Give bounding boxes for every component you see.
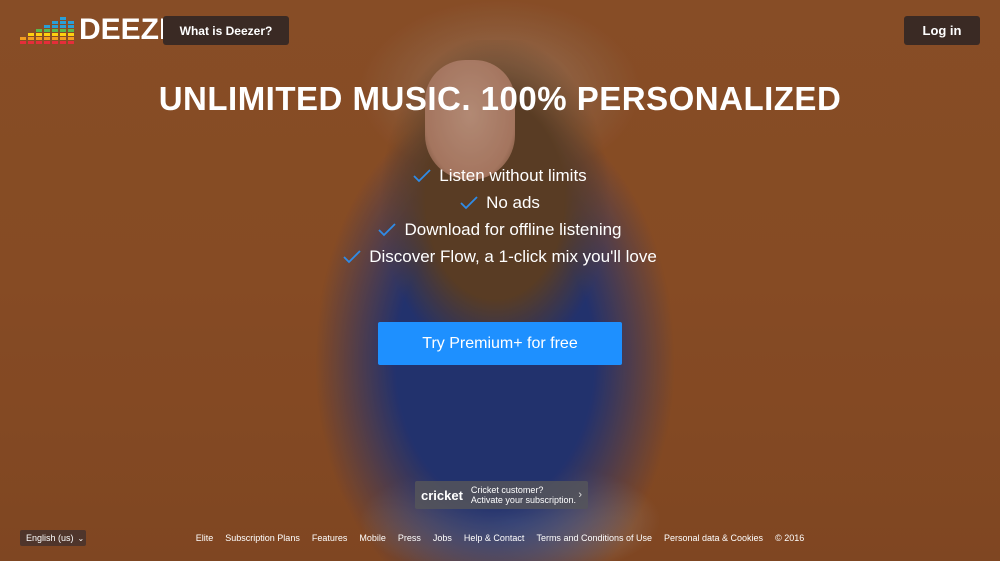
logo-bar-segment [36, 33, 42, 36]
logo-bar-segment [68, 41, 74, 44]
what-is-deezer-button[interactable]: What is Deezer? [163, 16, 289, 45]
chevron-right-icon: › [578, 489, 582, 501]
logo-bar-segment [28, 41, 34, 44]
checkmark-icon [460, 195, 478, 209]
footer-link-elite[interactable]: Elite [196, 533, 214, 543]
footer-link-help-contact[interactable]: Help & Contact [464, 533, 525, 543]
logo-bar [28, 33, 34, 44]
logo-bar-segment [20, 37, 26, 40]
logo-bar [20, 37, 26, 44]
checkmark-icon [343, 249, 361, 263]
logo-bar [44, 25, 50, 44]
cricket-text: Cricket customer? Activate your subscrip… [471, 485, 576, 505]
logo-bar-segment [52, 33, 58, 36]
page-headline: UNLIMITED MUSIC. 100% PERSONALIZED [158, 80, 842, 117]
logo-bar-segment [52, 37, 58, 40]
logo-bar-segment [68, 37, 74, 40]
footer-link-personal-data[interactable]: Personal data & Cookies [664, 533, 763, 543]
logo-bar [68, 21, 74, 44]
logo-bar-segment [60, 25, 66, 28]
logo-bar-segment [60, 33, 66, 36]
logo-bar [36, 29, 42, 44]
logo-bar [52, 21, 58, 44]
logo-bar-segment [20, 41, 26, 44]
feature-text: Listen without limits [439, 165, 587, 185]
logo-bar-segment [52, 41, 58, 44]
logo-bar-segment [60, 41, 66, 44]
cricket-line1: Cricket customer? [470, 485, 544, 495]
checkmark-icon [378, 222, 397, 236]
footer-copyright: © 2016 [775, 533, 805, 543]
footer-links: Elite Subscription Plans Features Mobile… [0, 533, 1000, 543]
logo-bar-segment [44, 25, 50, 28]
feature-item: No ads [0, 189, 1000, 216]
feature-item: Discover Flow, a 1-click mix you'll love [0, 243, 1000, 270]
logo-bar-segment [68, 25, 74, 28]
logo-bar-segment [68, 29, 74, 32]
logo-bar-segment [68, 33, 74, 36]
feature-text: No ads [486, 192, 540, 212]
logo-bar-segment [60, 17, 66, 20]
equalizer-logo-icon [20, 17, 74, 44]
logo-bar-segment [44, 29, 50, 32]
logo-bar-segment [44, 41, 50, 44]
logo-bar-segment [28, 33, 34, 36]
logo-bar-segment [44, 37, 50, 40]
logo-bar-segment [36, 29, 42, 32]
logo-bar-segment [68, 21, 74, 24]
footer-link-terms[interactable]: Terms and Conditions of Use [536, 533, 652, 543]
feature-text: Download for offline listening [404, 219, 622, 239]
footer-link-press[interactable]: Press [398, 533, 421, 543]
footer-link-jobs[interactable]: Jobs [433, 533, 452, 543]
logo-bar-segment [60, 37, 66, 40]
logo-bar-segment [52, 25, 58, 28]
feature-item: Listen without limits [0, 162, 1000, 189]
login-button[interactable]: Log in [904, 16, 980, 45]
feature-text: Discover Flow, a 1-click mix you'll love [369, 246, 657, 266]
logo-bar [60, 17, 66, 44]
feature-item: Download for offline listening [0, 216, 1000, 243]
footer-link-mobile[interactable]: Mobile [359, 533, 386, 543]
logo-bar-segment [60, 29, 66, 32]
logo-bar-segment [28, 37, 34, 40]
cricket-line2: Activate your subscription. [470, 495, 576, 505]
logo-bar-segment [52, 29, 58, 32]
footer-link-features[interactable]: Features [312, 533, 348, 543]
logo-bar-segment [36, 41, 42, 44]
logo-bar-segment [36, 37, 42, 40]
cricket-logo: cricket [421, 487, 463, 503]
feature-list: Listen without limits No ads Download fo… [0, 162, 1000, 270]
checkmark-icon [413, 168, 431, 182]
cricket-promo-banner[interactable]: cricket Cricket customer? Activate your … [415, 481, 588, 509]
footer-link-subscription-plans[interactable]: Subscription Plans [225, 533, 300, 543]
logo-bar-segment [60, 21, 66, 24]
logo-bar-segment [52, 21, 58, 24]
try-premium-button[interactable]: Try Premium+ for free [378, 322, 622, 365]
logo-bar-segment [44, 33, 50, 36]
